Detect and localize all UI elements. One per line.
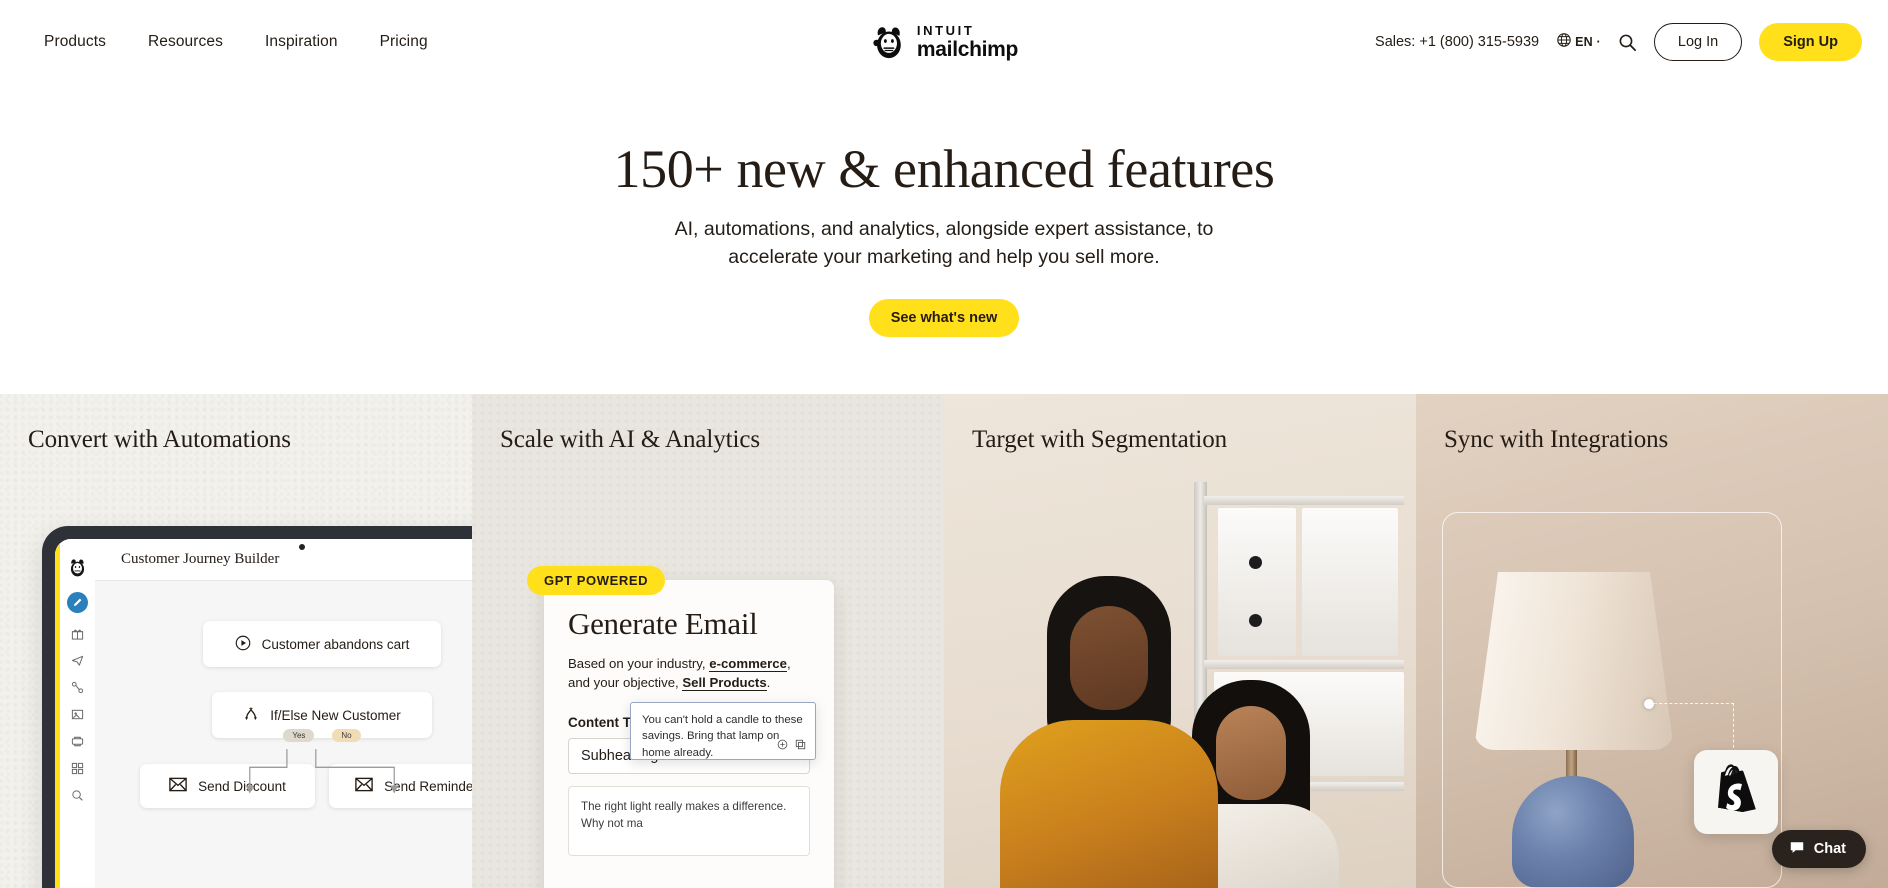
journey-node-send-reminder[interactable]: Send Reminder xyxy=(329,764,472,808)
logo-wordmark: INTUIT mailchimp xyxy=(917,24,1018,60)
gpt-powered-badge: GPT POWERED xyxy=(527,566,666,595)
feature-panels: Convert with Automations Customer Journe… xyxy=(0,394,1888,888)
hero-section: 150+ new & enhanced features AI, automat… xyxy=(0,84,1888,394)
play-circle-icon xyxy=(235,635,251,654)
branch-label-yes: Yes xyxy=(283,729,315,742)
mailchimp-freddie-icon xyxy=(67,557,88,578)
page-title: 150+ new & enhanced features xyxy=(613,139,1275,199)
hotspot-connector-horizontal xyxy=(1654,703,1734,704)
login-button[interactable]: Log In xyxy=(1653,23,1743,61)
flow-icon[interactable] xyxy=(71,681,84,694)
integration-photo xyxy=(1416,394,1888,888)
desc-industry[interactable]: e-commerce xyxy=(709,656,787,672)
journey-leaf-nodes: Send Discount Send Reminder xyxy=(140,764,472,808)
camera-dot-icon xyxy=(299,544,305,550)
generated-copy-popup[interactable]: You can't hold a candle to these savings… xyxy=(630,702,816,760)
storage-bin xyxy=(1218,508,1296,656)
send-icon[interactable] xyxy=(71,654,84,667)
envelope-icon xyxy=(169,777,187,795)
see-whats-new-button[interactable]: See what's new xyxy=(868,298,1020,337)
journey-branch-labels: Yes No xyxy=(283,729,361,742)
envelope-icon xyxy=(355,777,373,795)
storage-bin xyxy=(1302,508,1398,656)
copy-icon[interactable] xyxy=(795,739,806,755)
plus-circle-icon[interactable] xyxy=(777,739,788,755)
tablet-device-mockup: Customer Journey Builder Customer abando… xyxy=(42,526,472,888)
site-logo[interactable]: INTUIT mailchimp xyxy=(870,23,1018,61)
person-torso xyxy=(1000,720,1218,888)
person-face xyxy=(1070,606,1148,710)
mailchimp-freddie-icon xyxy=(870,23,908,61)
person-first xyxy=(1000,576,1218,888)
branch-icon xyxy=(243,706,259,725)
desc-suffix: . xyxy=(766,675,771,690)
language-selector[interactable]: EN · xyxy=(1556,32,1601,53)
journey-node-trigger[interactable]: Customer abandons cart xyxy=(203,621,441,667)
shopify-integration-tile[interactable] xyxy=(1694,750,1778,834)
search-icon[interactable] xyxy=(1618,33,1637,52)
nav-item-resources[interactable]: Resources xyxy=(148,33,223,51)
journey-leaf-label: Send Discount xyxy=(198,778,286,794)
panel-title: Scale with AI & Analytics xyxy=(500,426,760,453)
pencil-icon[interactable] xyxy=(67,592,88,613)
nav-item-products[interactable]: Products xyxy=(44,33,106,51)
signup-button[interactable]: Sign Up xyxy=(1759,23,1862,61)
bin-handle-hole xyxy=(1249,556,1262,569)
panel-title: Convert with Automations xyxy=(28,426,291,453)
nav-item-inspiration[interactable]: Inspiration xyxy=(265,33,338,51)
tablet-screen: Customer Journey Builder Customer abando… xyxy=(55,539,472,888)
image-icon[interactable] xyxy=(71,708,84,721)
primary-nav: Products Resources Inspiration Pricing xyxy=(44,33,428,51)
site-header: Products Resources Inspiration Pricing I… xyxy=(0,0,1888,84)
panel-convert-with-automations[interactable]: Convert with Automations Customer Journe… xyxy=(0,394,472,888)
bin-handle-hole xyxy=(1249,614,1262,627)
panel-sync-with-integrations[interactable]: Sync with Integrations Chat xyxy=(1416,394,1888,888)
language-label: EN · xyxy=(1575,35,1601,49)
person-face xyxy=(1216,706,1286,800)
generate-email-description: Based on your industry, e-commerce, and … xyxy=(568,654,810,692)
shelf-board xyxy=(1204,496,1404,505)
panel-title: Sync with Integrations xyxy=(1444,426,1669,453)
journey-node-label: If/Else New Customer xyxy=(270,707,401,723)
shopify-icon xyxy=(1711,763,1761,822)
hero-subtitle: AI, automations, and analytics, alongsid… xyxy=(674,218,1214,269)
desc-objective[interactable]: Sell Products xyxy=(682,675,767,691)
search-icon[interactable] xyxy=(71,789,84,802)
journey-header: Customer Journey Builder xyxy=(95,539,472,581)
tag-icon[interactable] xyxy=(71,735,84,748)
generated-output-field[interactable]: The right light really makes a differenc… xyxy=(568,786,810,856)
chat-bubble-icon xyxy=(1789,839,1805,860)
product-hotspot-dot[interactable] xyxy=(1644,699,1654,709)
journey-main: Customer Journey Builder Customer abando… xyxy=(95,539,472,888)
grid-icon[interactable] xyxy=(71,762,84,775)
logo-intuit-text: INTUIT xyxy=(916,23,975,38)
panel-target-with-segmentation[interactable]: Target with Segmentation xyxy=(944,394,1416,888)
header-actions: Sales: +1 (800) 315-5939 EN · Log In Sig… xyxy=(1375,23,1862,61)
sales-phone[interactable]: Sales: +1 (800) 315-5939 xyxy=(1375,34,1539,50)
journey-node-send-discount[interactable]: Send Discount xyxy=(140,764,315,808)
panel-title: Target with Segmentation xyxy=(972,426,1228,453)
shelf-board xyxy=(1204,660,1404,669)
chat-label: Chat xyxy=(1813,841,1846,857)
journey-node-label: Customer abandons cart xyxy=(261,636,410,652)
hotspot-connector-vertical xyxy=(1733,703,1734,753)
journey-leaf-label: Send Reminder xyxy=(384,778,472,794)
journey-sidebar xyxy=(55,539,95,888)
panel-scale-with-ai-analytics[interactable]: Scale with AI & Analytics GPT POWERED Ge… xyxy=(472,394,944,888)
journey-canvas: Customer abandons cart If/Else New Custo… xyxy=(95,581,472,888)
globe-icon xyxy=(1556,32,1572,53)
generate-email-heading: Generate Email xyxy=(568,606,758,641)
journey-app-title: Customer Journey Builder xyxy=(121,551,280,567)
desc-prefix: Based on your industry, xyxy=(568,656,710,671)
nav-item-pricing[interactable]: Pricing xyxy=(380,33,428,51)
logo-mailchimp-text: mailchimp xyxy=(916,38,1019,61)
popup-actions xyxy=(777,739,806,755)
segmentation-photo xyxy=(944,394,1416,888)
chat-button[interactable]: Chat xyxy=(1771,830,1866,868)
gift-icon[interactable] xyxy=(71,627,84,640)
branch-label-no: No xyxy=(332,729,361,742)
